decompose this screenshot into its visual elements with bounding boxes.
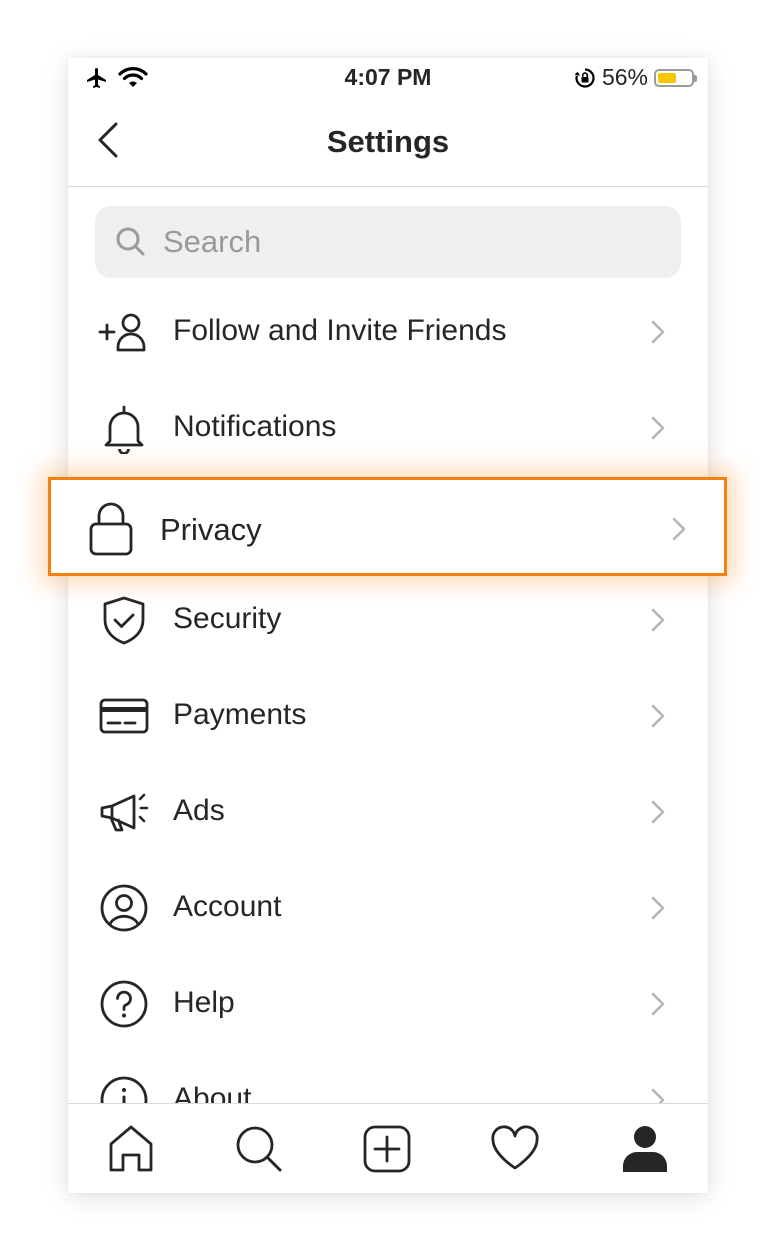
settings-item-privacy[interactable]: Privacy (48, 477, 727, 576)
account-circle-icon (100, 884, 148, 932)
settings-item-label: Notifications (173, 410, 337, 443)
chevron-right-icon (651, 416, 665, 440)
status-right: 56% (574, 64, 697, 91)
settings-item-label: Privacy (160, 512, 262, 547)
settings-item-label: Follow and Invite Friends (173, 314, 507, 347)
settings-item-label: Payments (173, 698, 307, 731)
search-icon[interactable] (232, 1122, 286, 1176)
page-title: Settings (326, 124, 450, 159)
status-bar: 4:07 PM 56% (68, 58, 708, 100)
megaphone-icon (100, 793, 149, 832)
search-bar[interactable] (95, 206, 681, 278)
credit-card-icon (99, 698, 149, 734)
chevron-right-icon (651, 608, 665, 632)
settings-item-help[interactable]: Help (68, 956, 708, 1052)
chevron-right-icon (651, 992, 665, 1016)
chevron-right-icon (651, 800, 665, 824)
plus-square-icon[interactable] (360, 1122, 414, 1176)
settings-item-security[interactable]: Security (68, 572, 708, 668)
bell-icon (104, 405, 144, 454)
rotation-lock-icon (574, 67, 595, 88)
home-icon[interactable] (104, 1122, 158, 1176)
search-input[interactable] (163, 206, 663, 278)
settings-item-ads[interactable]: Ads (68, 764, 708, 860)
settings-list: Follow and Invite Friends Notifications … (68, 284, 708, 1104)
settings-item-follow-invite-friends[interactable]: Follow and Invite Friends (68, 284, 708, 380)
chevron-right-icon (651, 896, 665, 920)
battery-level (658, 72, 676, 83)
battery-icon (654, 68, 697, 87)
tab-bar (68, 1103, 708, 1193)
chevron-right-icon (651, 1088, 665, 1104)
add-person-icon (98, 313, 146, 352)
help-circle-icon (100, 980, 148, 1028)
settings-item-payments[interactable]: Payments (68, 668, 708, 764)
shield-check-icon (103, 596, 145, 645)
settings-item-label: Account (173, 890, 282, 923)
settings-item-label: Security (173, 602, 282, 635)
info-circle-icon (100, 1076, 148, 1104)
chevron-right-icon (651, 320, 665, 344)
nav-bar: Settings (68, 100, 708, 187)
phone-screen: 4:07 PM 56% Settings Search Follow and I… (68, 58, 708, 1193)
settings-item-label: About (173, 1082, 252, 1104)
search-icon (116, 227, 145, 256)
profile-icon[interactable] (618, 1122, 672, 1176)
settings-item-account[interactable]: Account (68, 860, 708, 956)
settings-item-notifications[interactable]: Notifications (68, 380, 708, 476)
settings-item-about[interactable]: About (68, 1052, 708, 1104)
battery-percent: 56% (601, 64, 648, 90)
chevron-right-icon (651, 704, 665, 728)
lock-icon (89, 502, 133, 556)
settings-item-label: Help (173, 986, 235, 1019)
chevron-right-icon (672, 517, 686, 541)
heart-icon[interactable] (488, 1122, 542, 1176)
settings-item-label: Ads (173, 794, 225, 827)
